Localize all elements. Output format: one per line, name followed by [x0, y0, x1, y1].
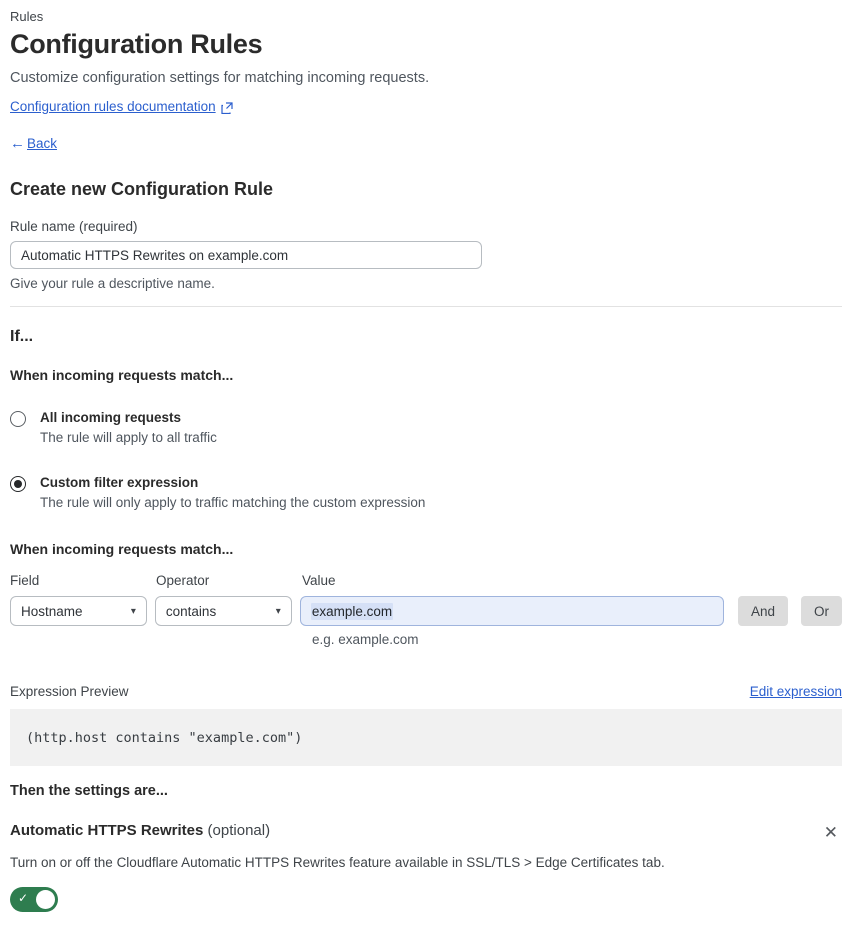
if-heading: If...	[10, 328, 34, 345]
expression-code-block: (http.host contains "example.com")	[10, 709, 842, 766]
setting-header: Automatic HTTPS Rewrites (optional) ✕	[10, 822, 842, 843]
breadcrumb[interactable]: Rules	[10, 9, 842, 24]
setting-description: Turn on or off the Cloudflare Automatic …	[10, 855, 665, 870]
documentation-link[interactable]: Configuration rules documentation	[10, 99, 216, 114]
expression-preview-label: Expression Preview	[10, 684, 129, 699]
back-link[interactable]: Back	[27, 136, 57, 151]
edit-expression-link[interactable]: Edit expression	[750, 684, 842, 699]
operator-select-value: contains	[165, 603, 217, 619]
toggle-knob	[36, 890, 55, 909]
field-label: Field	[10, 573, 40, 588]
radio-custom-filter[interactable]	[10, 476, 26, 492]
create-rule-heading: Create new Configuration Rule	[10, 179, 274, 199]
rule-name-label: Rule name (required)	[10, 219, 138, 234]
chevron-down-icon: ▾	[275, 605, 281, 617]
page-title: Configuration Rules	[10, 29, 263, 59]
expression-code: (http.host contains "example.com")	[26, 729, 303, 746]
rule-name-value: Automatic HTTPS Rewrites on example.com	[21, 247, 289, 263]
external-link-icon	[221, 101, 233, 114]
page-subtitle: Customize configuration settings for mat…	[10, 70, 430, 86]
close-icon[interactable]: ✕	[820, 822, 842, 843]
rule-name-input[interactable]: Automatic HTTPS Rewrites on example.com	[10, 241, 482, 269]
setting-title: Automatic HTTPS Rewrites (optional)	[10, 822, 270, 839]
operator-label: Operator	[156, 573, 210, 588]
value-label: Value	[302, 573, 336, 588]
and-button[interactable]: And	[737, 596, 788, 626]
radio-option-all-requests[interactable]: All incoming requests The rule will appl…	[10, 410, 842, 445]
radio-custom-filter-label: Custom filter expression	[40, 475, 199, 490]
chevron-down-icon: ▾	[130, 605, 136, 617]
radio-all-requests-description: The rule will apply to all traffic	[40, 430, 217, 445]
setting-title-name: Automatic HTTPS Rewrites	[10, 822, 204, 839]
value-input[interactable]: example.com	[299, 596, 724, 626]
back-arrow-icon: ←	[10, 135, 25, 152]
match-type-heading: When incoming requests match...	[10, 367, 234, 383]
back-link-row: ← Back	[10, 135, 842, 152]
setting-title-optional: (optional)	[203, 822, 271, 839]
or-button[interactable]: Or	[801, 596, 842, 626]
configuration-rules-page: Rules Configuration Rules Customize conf…	[0, 0, 852, 937]
https-rewrites-toggle[interactable]: ✓	[10, 887, 58, 912]
section-divider	[10, 306, 842, 307]
operator-select[interactable]: contains ▾	[154, 596, 292, 626]
radio-all-requests-label: All incoming requests	[40, 410, 182, 425]
check-icon: ✓	[18, 891, 29, 905]
radio-all-requests[interactable]	[10, 411, 26, 427]
field-select[interactable]: Hostname ▾	[10, 596, 147, 626]
radio-option-custom-filter[interactable]: Custom filter expression The rule will o…	[10, 475, 842, 510]
value-helper: e.g. example.com	[312, 632, 419, 647]
expression-builder: When incoming requests match... Field Op…	[10, 541, 842, 647]
rule-name-helper: Give your rule a descriptive name.	[10, 276, 215, 291]
then-heading: Then the settings are...	[10, 783, 168, 799]
builder-heading: When incoming requests match...	[10, 541, 234, 557]
field-select-value: Hostname	[21, 603, 83, 619]
value-input-text: example.com	[310, 602, 394, 620]
expression-preview-header: Expression Preview Edit expression	[10, 684, 842, 699]
radio-custom-filter-description: The rule will only apply to traffic matc…	[40, 495, 426, 510]
documentation-link-row: Configuration rules documentation	[10, 99, 842, 114]
